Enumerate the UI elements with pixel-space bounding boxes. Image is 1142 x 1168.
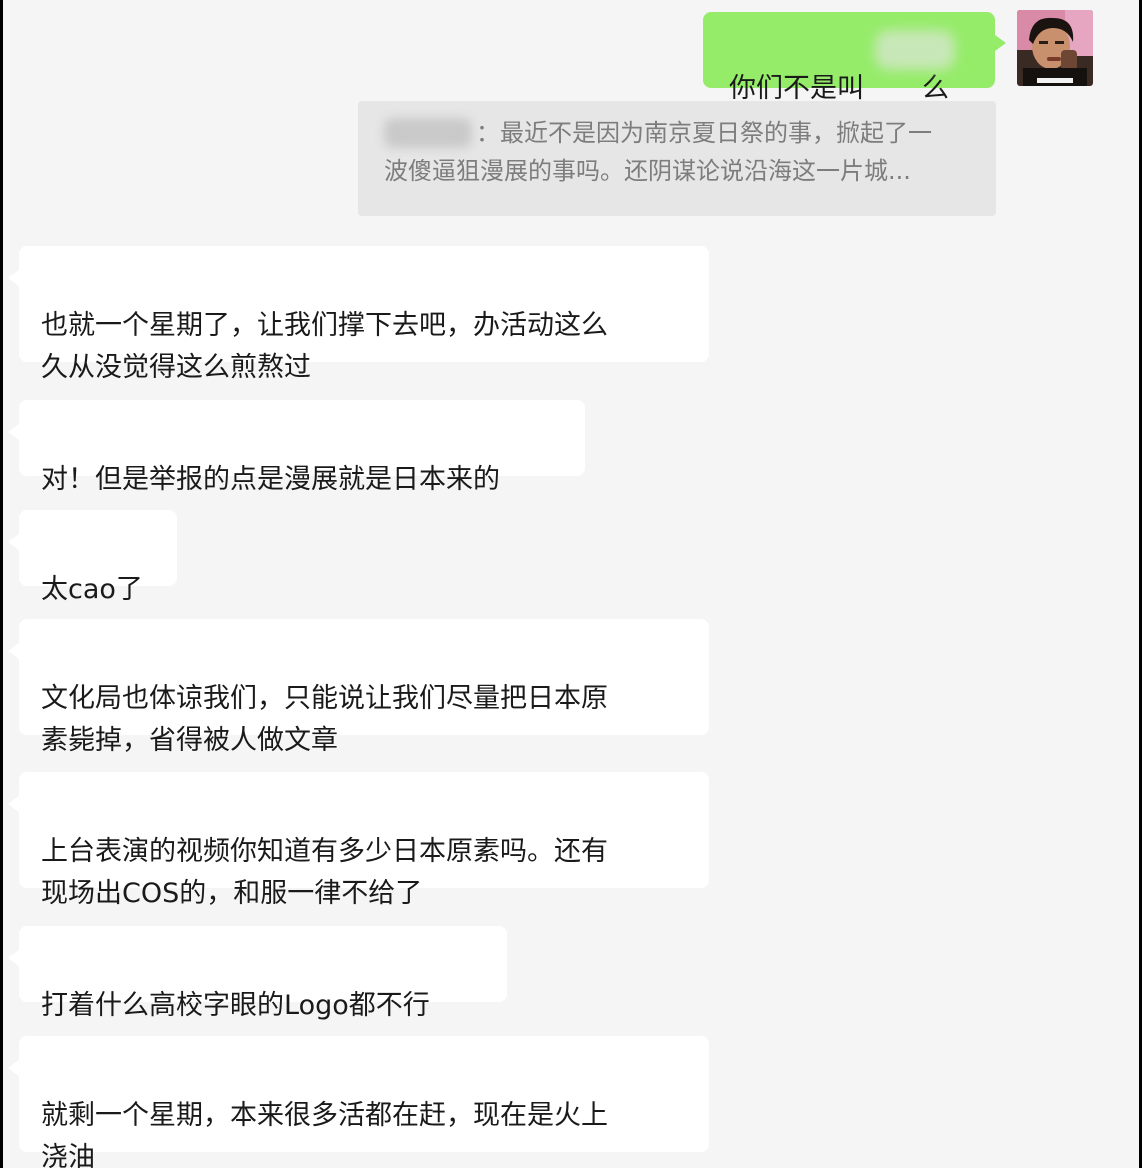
incoming-message-text: 对！但是举报的点是漫展就是日本来的: [41, 464, 500, 495]
incoming-message-text: 太cao了: [41, 574, 143, 605]
outgoing-message-text: 你们不是叫: [729, 73, 864, 104]
incoming-message-text: 就剩一个星期，本来很多活都在赶，现在是火上 浇油: [41, 1100, 608, 1168]
incoming-message-text: 打着什么高校字眼的Logo都不行: [41, 990, 430, 1021]
chat-area[interactable]: 你们不是叫 么 ：最近不是因为南京夏日祭的事，掀起了一 波傻逼狙漫展的事吗。还阴谋…: [3, 0, 1139, 1168]
incoming-message-text: 也就一个星期了，让我们撑下去吧，办活动这么 久从没觉得这么煎熬过: [41, 310, 608, 383]
incoming-message-bubble[interactable]: 文化局也体谅我们，只能说让我们尽量把日本原 素毙掉，省得被人做文章: [8, 619, 709, 756]
incoming-message-text: 文化局也体谅我们，只能说让我们尽量把日本原 素毙掉，省得被人做文章: [41, 683, 608, 756]
incoming-message-bubble[interactable]: 对！但是举报的点是漫展就是日本来的: [8, 400, 585, 495]
incoming-message-bubble[interactable]: 太cao了: [8, 510, 177, 605]
incoming-message-bubble[interactable]: 上台表演的视频你知道有多少日本原素吗。还有 现场出COS的，和服一律不给了: [8, 772, 709, 909]
outgoing-message-bubble[interactable]: 你们不是叫 么: [703, 12, 1006, 104]
quoted-text-line2: 波傻逼狙漫展的事吗。还阴谋论说沿海这一片城...: [384, 157, 911, 185]
user-avatar[interactable]: [1017, 10, 1093, 86]
redacted-text: [875, 30, 955, 70]
incoming-message-bubble[interactable]: 打着什么高校字眼的Logo都不行: [8, 926, 507, 1021]
incoming-message-bubble[interactable]: 就剩一个星期，本来很多活都在赶，现在是火上 浇油: [8, 1036, 709, 1168]
incoming-message-text: 上台表演的视频你知道有多少日本原素吗。还有 现场出COS的，和服一律不给了: [41, 836, 608, 909]
quoted-message[interactable]: ：最近不是因为南京夏日祭的事，掀起了一 波傻逼狙漫展的事吗。还阴谋论说沿海这一片…: [358, 101, 996, 216]
outgoing-message-tail: 么: [922, 73, 949, 104]
avatar-image: [1017, 10, 1093, 86]
quoted-text-line1: ：最近不是因为南京夏日祭的事，掀起了一: [476, 119, 932, 147]
quoted-sender-redacted: [384, 118, 472, 148]
incoming-message-bubble[interactable]: 也就一个星期了，让我们撑下去吧，办活动这么 久从没觉得这么煎熬过: [8, 246, 709, 383]
